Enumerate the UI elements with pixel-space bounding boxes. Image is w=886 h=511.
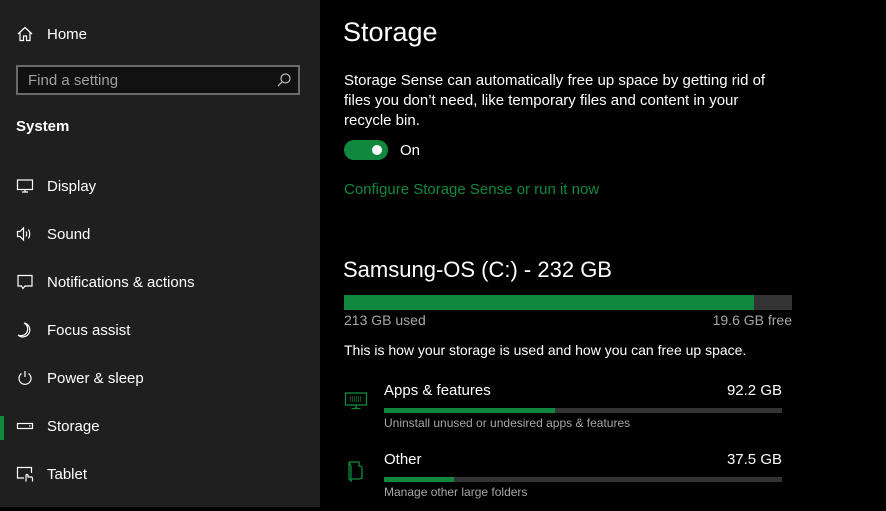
search-icon[interactable] (276, 72, 292, 88)
power-icon (18, 371, 32, 385)
page-title: Storage (343, 17, 438, 47)
sidebar-item-label: Sound (47, 225, 91, 243)
section-title: System (16, 118, 70, 135)
category-subtitle: Uninstall unused or undesired apps & fea… (384, 416, 631, 430)
category-usage-fill (384, 477, 455, 482)
category-usage-bar (384, 408, 782, 413)
drive-usage-fill (344, 295, 755, 310)
folder-icon (348, 461, 363, 483)
sidebar-item-label: Notifications & actions (47, 273, 195, 291)
usage-description: This is how your storage is used and how… (344, 342, 747, 358)
apps-icon (344, 392, 368, 410)
sidebar-item-label: Display (47, 177, 97, 195)
sidebar-item-label: Power & sleep (47, 369, 144, 387)
category-subtitle: Manage other large folders (384, 485, 528, 499)
sidebar-item-sound[interactable]: Sound (0, 214, 320, 254)
free-label: 19.6 GB free (712, 312, 792, 328)
nav-home[interactable]: Home (16, 22, 87, 46)
sidebar-item-label: Focus assist (47, 321, 131, 339)
tablet-icon (16, 466, 34, 482)
category-name: Other (384, 451, 422, 468)
sidebar-item-power-sleep[interactable]: Power & sleep (0, 358, 320, 398)
category-usage-fill (384, 408, 556, 413)
category-other[interactable]: Other 37.5 GB Manage other large folders (320, 451, 886, 511)
sidebar-item-notifications[interactable]: Notifications & actions (0, 262, 320, 302)
category-apps-features[interactable]: Apps & features 92.2 GB Uninstall unused… (320, 382, 886, 442)
toggle-state-label: On (400, 142, 421, 159)
configure-storage-sense-link[interactable]: Configure Storage Sense or run it now (344, 181, 599, 198)
search-box[interactable] (16, 65, 300, 95)
sidebar: Home System Display Sound Notifications … (0, 0, 320, 507)
storage-sense-description: Storage Sense can automatically free up … (344, 72, 766, 129)
sidebar-item-tablet[interactable]: Tablet (0, 454, 320, 494)
home-label: Home (47, 25, 88, 43)
sidebar-item-focus-assist[interactable]: Focus assist (0, 310, 320, 350)
sidebar-item-storage[interactable]: Storage (0, 406, 320, 446)
display-icon (16, 179, 34, 193)
sidebar-item-display[interactable]: Display (0, 166, 320, 206)
category-size: 37.5 GB (726, 451, 782, 468)
sidebar-item-label: Storage (47, 417, 100, 435)
storage-drive-icon (16, 422, 34, 430)
category-usage-bar (384, 477, 782, 482)
moon-icon (17, 322, 31, 338)
speaker-icon (16, 226, 31, 242)
home-icon (17, 26, 33, 42)
search-input[interactable] (18, 67, 278, 93)
sidebar-item-label: Tablet (47, 465, 88, 483)
storage-sense-toggle[interactable] (344, 140, 388, 160)
selected-indicator (0, 416, 4, 440)
toggle-knob (372, 145, 382, 155)
drive-usage-bar (344, 295, 792, 310)
used-label: 213 GB used (344, 312, 426, 328)
category-size: 92.2 GB (726, 382, 782, 399)
drive-title: Samsung-OS (C:) - 232 GB (343, 257, 612, 282)
category-name: Apps & features (384, 382, 491, 399)
notification-icon (17, 274, 33, 290)
main-content: Storage Storage Sense can automatically … (320, 0, 886, 507)
